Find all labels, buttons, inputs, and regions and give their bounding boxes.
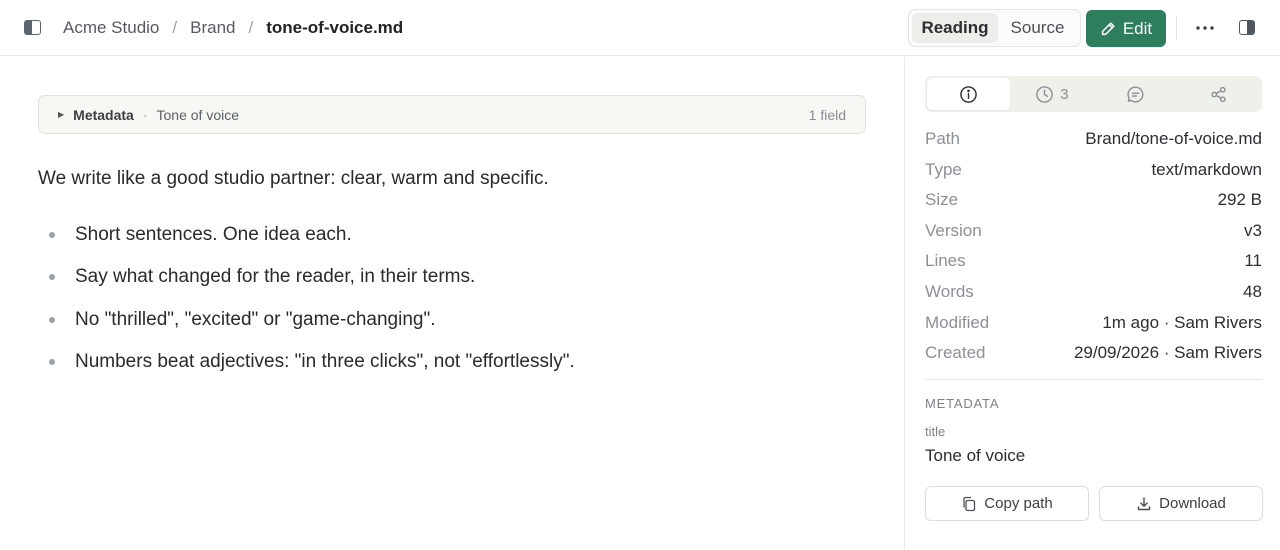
breadcrumb-separator: / xyxy=(248,18,254,37)
metadata-label: Metadata xyxy=(73,106,134,123)
document-bullet-list: Short sentences. One idea each. Say what… xyxy=(38,223,575,392)
source-mode-button[interactable]: Source xyxy=(998,13,1077,43)
metadata-field-key: title xyxy=(925,424,946,439)
pencil-icon xyxy=(1101,21,1115,35)
property-key: Size xyxy=(925,190,959,210)
breadcrumb-separator: / xyxy=(172,18,178,37)
copy-icon xyxy=(963,496,976,511)
list-item: No "thrilled", "excited" or "game-changi… xyxy=(38,308,575,332)
metadata-title: Tone of voice xyxy=(156,106,240,123)
tab-history[interactable]: 3 xyxy=(1010,78,1093,110)
document-area: ▶ Metadata · Tone of voice 1 field We wr… xyxy=(0,57,904,550)
property-row-lines: Lines 11 xyxy=(925,249,1262,280)
list-item: Numbers beat adjectives: "in three click… xyxy=(38,350,575,374)
panel-tabs: 3 xyxy=(925,76,1262,112)
download-button[interactable]: Download xyxy=(1099,486,1263,521)
property-key: Lines xyxy=(925,251,966,271)
reading-mode-button[interactable]: Reading xyxy=(912,13,998,43)
edit-button-label: Edit xyxy=(1122,18,1153,38)
list-item: Short sentences. One idea each. xyxy=(38,223,575,247)
history-count: 3 xyxy=(1060,85,1069,103)
copy-path-label: Copy path xyxy=(984,495,1053,512)
details-panel: 3 Path Brand/tone-of-voice.md Type text/… xyxy=(904,57,1280,550)
history-icon xyxy=(1036,85,1054,103)
property-row-modified: Modified 1m ago · Sam Rivers xyxy=(925,311,1262,342)
metadata-field-count: 1 field xyxy=(808,106,846,123)
metadata-disclosure[interactable]: ▶ Metadata · Tone of voice 1 field xyxy=(38,95,866,134)
top-bar: Acme Studio / Brand / tone-of-voice.md R… xyxy=(0,0,1280,56)
toolbar-divider xyxy=(1176,16,1177,40)
download-icon xyxy=(1137,496,1151,510)
property-value: 292 B xyxy=(1217,190,1262,210)
sidebar-toggle-icon[interactable] xyxy=(24,20,41,35)
tab-info[interactable] xyxy=(927,78,1011,110)
comment-icon xyxy=(1127,85,1144,103)
property-row-words: Words 48 xyxy=(925,280,1262,311)
property-key: Type xyxy=(925,159,962,179)
separator-dot: · xyxy=(142,106,148,123)
property-value: 1m ago · Sam Rivers xyxy=(1102,312,1262,332)
property-value: 48 xyxy=(1243,281,1262,301)
property-row-created: Created 29/09/2026 · Sam Rivers xyxy=(925,341,1262,372)
property-value: 29/09/2026 · Sam Rivers xyxy=(1073,343,1262,363)
breadcrumb: Acme Studio / Brand / tone-of-voice.md xyxy=(63,17,403,39)
file-properties: Path Brand/tone-of-voice.md Type text/ma… xyxy=(925,127,1262,372)
copy-path-button[interactable]: Copy path xyxy=(925,486,1089,521)
property-key: Created xyxy=(925,343,986,363)
breadcrumb-item-folder[interactable]: Brand xyxy=(190,17,235,39)
view-mode-switch: Reading Source xyxy=(908,9,1081,47)
property-key: Words xyxy=(925,281,974,301)
breadcrumb-item-workspace[interactable]: Acme Studio xyxy=(63,17,159,39)
property-value: 11 xyxy=(1244,251,1262,271)
metadata-field-value: Tone of voice xyxy=(925,446,1026,465)
panel-divider xyxy=(925,379,1262,380)
info-icon xyxy=(960,85,977,103)
property-key: Modified xyxy=(925,312,990,332)
share-icon xyxy=(1211,86,1226,102)
property-value: text/markdown xyxy=(1151,159,1262,179)
tab-share[interactable] xyxy=(1177,78,1260,110)
download-label: Download xyxy=(1159,495,1226,512)
property-value: Brand/tone-of-voice.md xyxy=(1085,129,1262,148)
property-row-size: Size 292 B xyxy=(925,188,1262,219)
edit-button[interactable]: Edit xyxy=(1086,10,1166,47)
property-value: v3 xyxy=(1244,220,1262,240)
property-key: Path xyxy=(925,129,960,148)
caret-right-icon: ▶ xyxy=(58,110,65,119)
property-row-version: Version v3 xyxy=(925,219,1262,250)
more-options-icon[interactable] xyxy=(1193,18,1217,38)
tab-comments[interactable] xyxy=(1094,78,1177,110)
breadcrumb-item-file: tone-of-voice.md xyxy=(266,18,404,37)
property-row-type: Type text/markdown xyxy=(925,158,1262,189)
property-row-path: Path Brand/tone-of-voice.md xyxy=(925,127,1262,158)
panel-toggle-icon[interactable] xyxy=(1239,20,1255,35)
property-key: Version xyxy=(925,220,982,240)
metadata-heading: METADATA xyxy=(925,396,1000,411)
list-item: Say what changed for the reader, in thei… xyxy=(38,265,575,289)
document-paragraph: We write like a good studio partner: cle… xyxy=(38,168,549,189)
